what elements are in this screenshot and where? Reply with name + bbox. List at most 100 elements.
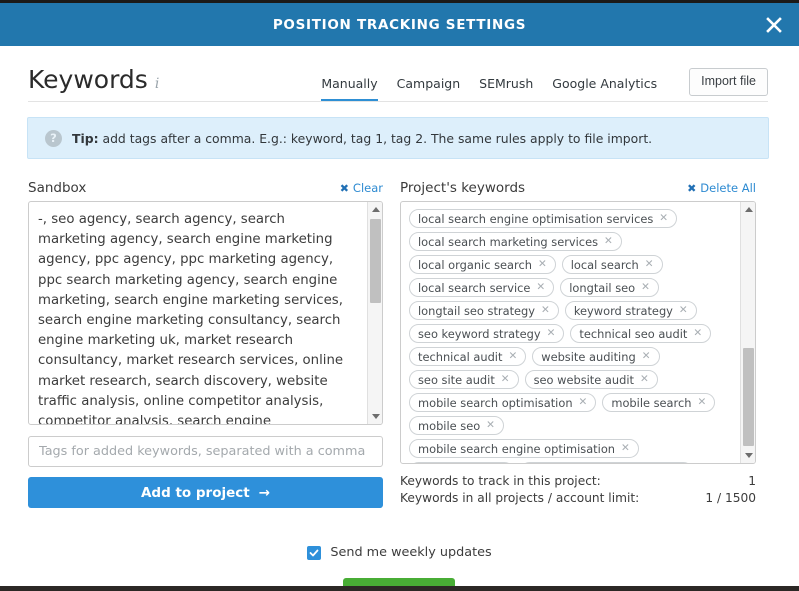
scrollbar-thumb[interactable] [370, 219, 381, 303]
add-to-project-button[interactable]: Add to project → [28, 477, 383, 508]
counter-label: Keywords in all projects / account limit… [400, 490, 640, 505]
add-to-project-label: Add to project [140, 484, 250, 501]
keyword-tag-label: mobile search engine optimisation [418, 441, 616, 456]
remove-tag-icon[interactable]: ✕ [501, 374, 510, 385]
close-x-icon: ✖ [339, 181, 349, 195]
counter-row: Keywords in all projects / account limit… [400, 490, 756, 507]
project-keywords-tags-container: local search engine optimisation service… [401, 202, 741, 463]
keyword-tag-label: technical audit [418, 349, 503, 364]
remove-tag-icon[interactable]: ✕ [579, 397, 588, 408]
delete-all-label: Delete All [700, 181, 756, 195]
remove-tag-icon[interactable]: ✕ [679, 305, 688, 316]
remove-tag-icon[interactable]: ✕ [641, 282, 650, 293]
keyword-tag: local search ✕ [561, 255, 663, 274]
import-file-button[interactable]: Import file [689, 68, 768, 96]
remove-tag-icon[interactable]: ✕ [604, 236, 613, 247]
remove-tag-icon[interactable]: ✕ [659, 213, 668, 224]
page-title-text: Keywords [28, 65, 148, 94]
project-keywords-scrollbar[interactable] [740, 202, 755, 463]
remove-tag-icon[interactable]: ✕ [508, 351, 517, 362]
keyword-tag: longtail seo strategy ✕ [409, 301, 559, 320]
keyword-tag: technical seo audit ✕ [570, 324, 712, 343]
remove-tag-icon[interactable]: ✕ [642, 351, 651, 362]
tip-banner: ? Tip: add tags after a comma. E.g.: key… [27, 117, 769, 159]
remove-tag-icon[interactable]: ✕ [621, 443, 630, 454]
weekly-updates-row: Send me weekly updates [0, 545, 799, 560]
counter-value: 1 [748, 474, 756, 488]
tab-semrush[interactable]: SEMrush [479, 77, 533, 101]
scroll-down-arrow-icon[interactable] [368, 409, 382, 424]
sandbox-scrollbar[interactable] [367, 202, 382, 424]
counter-value: 1 / 1500 [705, 490, 756, 505]
remove-tag-icon[interactable]: ✕ [536, 282, 545, 293]
keyword-tag-label: website auditing [541, 349, 636, 364]
keyword-tag: website auditing ✕ [532, 347, 660, 366]
keyword-tag-label: mobile search [611, 395, 692, 410]
keyword-tag: local search service ✕ [409, 278, 555, 297]
remove-tag-icon[interactable]: ✕ [693, 328, 702, 339]
keyword-tag-label: seo keyword strategy [418, 326, 541, 341]
keyword-tag-label: technical seo audit [579, 326, 688, 341]
tip-body: add tags after a comma. E.g.: keyword, t… [98, 130, 653, 146]
keyword-tag-label: seo website audit [533, 372, 634, 387]
window-bottom-edge [0, 586, 799, 591]
arrow-right-icon: → [258, 484, 271, 501]
source-tabs: Manually Campaign SEMrush Google Analyti… [321, 68, 768, 101]
scroll-up-arrow-icon[interactable] [741, 202, 755, 217]
keywords-title-row: Keywords i Manually Campaign SEMrush Goo… [28, 58, 768, 102]
remove-tag-icon[interactable]: ✕ [538, 259, 547, 270]
keyword-tag: pay per click advertising✕ [520, 462, 694, 463]
keyword-tag: local search engine optimisation service… [409, 209, 678, 228]
keyword-tag-label: keyword strategy [573, 303, 673, 318]
remove-tag-icon[interactable]: ✕ [697, 397, 706, 408]
remove-tag-icon[interactable]: ✕ [541, 305, 550, 316]
keyword-tag-label: mobile seo [418, 418, 481, 433]
project-keywords-list[interactable]: local search engine optimisation service… [400, 201, 756, 464]
keyword-tag-label: longtail seo strategy [418, 303, 536, 318]
sandbox-label: Sandbox [28, 180, 87, 196]
weekly-updates-label[interactable]: Send me weekly updates [330, 545, 491, 560]
remove-tag-icon[interactable]: ✕ [645, 259, 654, 270]
keyword-tag-label: local search marketing services [418, 234, 599, 249]
project-keywords-header: Project's keywords ✖ Delete All [400, 179, 756, 197]
keyword-counters: Keywords to track in this project: 1 Key… [400, 473, 756, 506]
scroll-up-arrow-icon[interactable] [368, 202, 382, 217]
sandbox-textarea[interactable]: -, seo agency, search agency, search mar… [28, 201, 383, 425]
keyword-tag-label: local search engine optimisation service… [418, 211, 654, 226]
tab-google-analytics[interactable]: Google Analytics [552, 77, 657, 101]
keyword-tag: seo website audit ✕ [524, 370, 658, 389]
keyword-tag: mobile seo ✕ [409, 416, 504, 435]
close-icon[interactable] [761, 12, 787, 38]
keyword-tag: mobile search engine optimisation ✕ [409, 439, 639, 458]
keyword-tag: seo keyword strategy ✕ [409, 324, 565, 343]
modal-header: POSITION TRACKING SETTINGS [0, 3, 799, 46]
remove-tag-icon[interactable]: ✕ [547, 328, 556, 339]
counter-row: Keywords to track in this project: 1 [400, 473, 756, 490]
keyword-tag: technical audit ✕ [409, 347, 527, 366]
remove-tag-icon[interactable]: ✕ [486, 420, 495, 431]
keyword-tag-label: longtail seo [569, 280, 636, 295]
remove-tag-icon[interactable]: ✕ [640, 374, 649, 385]
tab-manually[interactable]: Manually [321, 77, 378, 101]
delete-all-link[interactable]: ✖ Delete All [687, 181, 756, 195]
keyword-tag: mobile search optimisation ✕ [409, 393, 597, 412]
sandbox-text-content[interactable]: -, seo agency, search agency, search mar… [29, 202, 363, 424]
keyword-tag-label: local organic search [418, 257, 532, 272]
info-icon[interactable]: i [155, 77, 159, 91]
modal-title: POSITION TRACKING SETTINGS [272, 16, 527, 33]
weekly-updates-checkbox[interactable] [307, 545, 322, 560]
keyword-tag-label: mobile search optimisation [418, 395, 573, 410]
keyword-tag-label: local search [570, 257, 639, 272]
tip-text: Tip: add tags after a comma. E.g.: keywo… [72, 131, 652, 146]
keyword-tag-label: seo site audit [418, 372, 495, 387]
scroll-down-arrow-icon[interactable] [741, 448, 755, 463]
tags-input[interactable] [28, 436, 383, 467]
clear-sandbox-link[interactable]: ✖ Clear [340, 181, 383, 195]
keyword-tag: local search marketing services ✕ [409, 232, 622, 251]
scrollbar-thumb[interactable] [743, 348, 754, 446]
sandbox-header: Sandbox ✖ Clear [28, 179, 383, 197]
tab-campaign[interactable]: Campaign [397, 77, 461, 101]
page-title: Keywords i [28, 67, 159, 101]
keyword-tag: local organic search ✕ [409, 255, 556, 274]
position-tracking-settings-modal: POSITION TRACKING SETTINGS Keywords i Ma… [0, 0, 799, 591]
